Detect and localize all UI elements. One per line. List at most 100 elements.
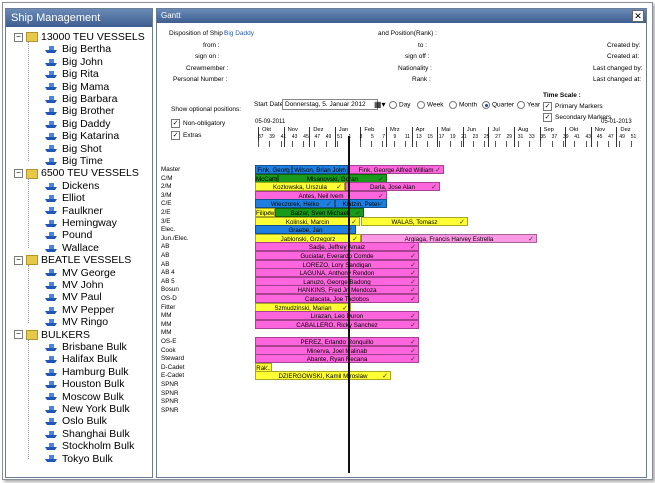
- tree-item-label: Big Brother: [62, 105, 115, 118]
- tree-item-label: MV Pepper: [62, 303, 115, 316]
- tree-group[interactable]: − 13000 TEU VESSELS: [14, 31, 145, 43]
- ship-icon: [45, 232, 57, 240]
- axis-week-tick: [382, 141, 384, 147]
- tree-item-ship[interactable]: MV George: [44, 267, 116, 279]
- tree-group-label: BEATLE VESSELS: [41, 254, 132, 267]
- tree-item-ship[interactable]: MV Paul: [44, 291, 102, 303]
- tree-item-ship[interactable]: Wallace: [44, 242, 99, 254]
- check-icon: ✓: [171, 131, 180, 140]
- ship-icon: [45, 132, 57, 140]
- calendar-icon[interactable]: ▦▾: [374, 100, 386, 109]
- last-changed-by-label: Last changed by:: [593, 65, 643, 72]
- tree-item-ship[interactable]: Dickens: [44, 180, 99, 192]
- tree-item-ship[interactable]: Hemingway: [44, 217, 117, 229]
- extras-checkbox[interactable]: ✓ Extras: [171, 131, 201, 140]
- tree-item-label: MV John: [62, 279, 104, 291]
- crew-assignment-bar[interactable]: WALAS, Tomasz ✓: [361, 216, 468, 226]
- axis-week-label: 3: [359, 134, 363, 140]
- tree-item-ship[interactable]: Halifax Bulk: [44, 353, 117, 365]
- tree-item-ship[interactable]: Big Bertha: [44, 43, 111, 55]
- close-icon[interactable]: ✕: [632, 10, 644, 22]
- collapse-icon[interactable]: −: [14, 255, 23, 265]
- scale-quarter[interactable]: Quarter: [482, 101, 514, 109]
- tree-item-ship[interactable]: Houston Bulk: [44, 378, 124, 390]
- from-label: from :: [203, 42, 220, 49]
- tree-item-ship[interactable]: MV Pepper: [44, 304, 115, 316]
- tree-item-ship[interactable]: Oslo Bulk: [44, 415, 107, 427]
- crew-assignment-bar[interactable]: DZIERGOWSKI, Kamil Miroslaw ✓: [255, 371, 391, 381]
- scale-month[interactable]: Month: [449, 101, 477, 109]
- tree-item-ship[interactable]: Elliot: [44, 192, 85, 204]
- tree-item-ship[interactable]: Big Mama: [44, 81, 109, 93]
- non-obligatory-checkbox[interactable]: ✓ Non-obligatory: [171, 119, 225, 128]
- axis-week-label: 49: [325, 134, 332, 140]
- tree-group[interactable]: − 6500 TEU VESSELS: [14, 167, 139, 179]
- scale-year[interactable]: Year: [517, 101, 540, 109]
- tree-item-label: Hamburg Bulk: [62, 365, 129, 378]
- tree-item-ship[interactable]: MV John: [44, 279, 103, 291]
- crew-assignment-bar[interactable]: Abante, Ryan Recana ✓: [255, 354, 419, 364]
- status-check-icon: ✓: [382, 373, 388, 381]
- status-check-icon: ✓: [431, 184, 437, 192]
- collapse-icon[interactable]: −: [14, 169, 23, 179]
- status-check-icon: ✓: [378, 201, 384, 209]
- status-check-icon: ✓: [459, 218, 465, 226]
- tree-item-ship[interactable]: Shanghai Bulk: [44, 428, 130, 440]
- tree-item-ship[interactable]: Pound: [44, 229, 92, 241]
- ship-management-title: Ship Management: [6, 9, 152, 27]
- tree-item-ship[interactable]: Stockholm Bulk: [44, 440, 134, 452]
- start-date-picker[interactable]: Donnerstag, 5. Januar 2012: [282, 99, 378, 110]
- axis-week-label: 33: [529, 134, 535, 140]
- crew-assignment-bar[interactable]: CABALLERO, Ricky Sanchez ✓: [255, 319, 419, 329]
- status-check-icon: ✓: [410, 356, 416, 364]
- ship-icon: [45, 219, 57, 227]
- tree-group[interactable]: − BEATLE VESSELS: [14, 254, 131, 266]
- tree-item-ship[interactable]: Big Brother: [44, 105, 115, 117]
- axis-week-tick: [393, 141, 395, 147]
- tree-item-ship[interactable]: Faulkner: [44, 205, 103, 217]
- axis-week-tick: [574, 141, 576, 147]
- axis-month-label: Dez: [313, 127, 324, 133]
- scale-day-label: Day: [399, 101, 411, 109]
- ship-icon: [45, 294, 57, 302]
- scale-day[interactable]: Day: [389, 101, 411, 109]
- axis-month-label: Aug: [518, 127, 529, 133]
- tree-item-ship[interactable]: Big Daddy: [44, 118, 110, 130]
- ship-icon: [45, 405, 57, 413]
- axis-start-date: 05-09-2011: [255, 119, 286, 125]
- tree-item-ship[interactable]: Big Katarina: [44, 130, 119, 142]
- tree-item-ship[interactable]: New York Bulk: [44, 403, 130, 415]
- tree-item-ship[interactable]: Big John: [44, 56, 103, 68]
- axis-month-label: Okt: [262, 127, 272, 133]
- ship-icon: [45, 46, 57, 54]
- ship-icon: [45, 455, 57, 463]
- ship-icon: [45, 380, 57, 388]
- tree-item-ship[interactable]: Big Shot: [44, 143, 102, 155]
- gantt-title: Gantt: [161, 11, 181, 20]
- tree-item-ship[interactable]: MV Ringo: [44, 316, 108, 328]
- tree-item-ship[interactable]: Hamburg Bulk: [44, 366, 129, 378]
- tree-item-label: Big Bertha: [62, 43, 112, 56]
- axis-week-tick: [619, 141, 621, 147]
- tree-item-ship[interactable]: Big Rita: [44, 68, 99, 80]
- axis-week-tick: [596, 141, 598, 147]
- scale-week[interactable]: Week: [417, 101, 444, 109]
- tree-item-ship[interactable]: Big Barbara: [44, 93, 117, 105]
- collapse-icon[interactable]: −: [14, 32, 23, 42]
- tree-item-ship[interactable]: Tokyo Bulk: [44, 453, 113, 465]
- tree-item-ship[interactable]: Moscow Bulk: [44, 391, 124, 403]
- tree-item-ship[interactable]: Big Time: [44, 155, 103, 167]
- ship-icon: [45, 356, 57, 364]
- axis-week-tick: [450, 141, 451, 147]
- axis-month-label: Dez: [620, 127, 631, 133]
- primary-markers-checkbox[interactable]: ✓ Primary Markers: [543, 102, 603, 111]
- axis-week-label: 39: [269, 134, 275, 140]
- tree-item-ship[interactable]: Brisbane Bulk: [44, 341, 127, 353]
- check-icon: ✓: [543, 113, 552, 122]
- axis-month-label: Sep: [543, 127, 554, 133]
- ship-icon: [45, 58, 57, 66]
- axis-week-tick: [517, 141, 519, 147]
- tree-group[interactable]: − BULKERS: [14, 329, 90, 341]
- ship-tree[interactable]: −13000 TEU VESSELS Big Bertha Big John Big …: [6, 29, 151, 476]
- collapse-icon[interactable]: −: [14, 330, 23, 340]
